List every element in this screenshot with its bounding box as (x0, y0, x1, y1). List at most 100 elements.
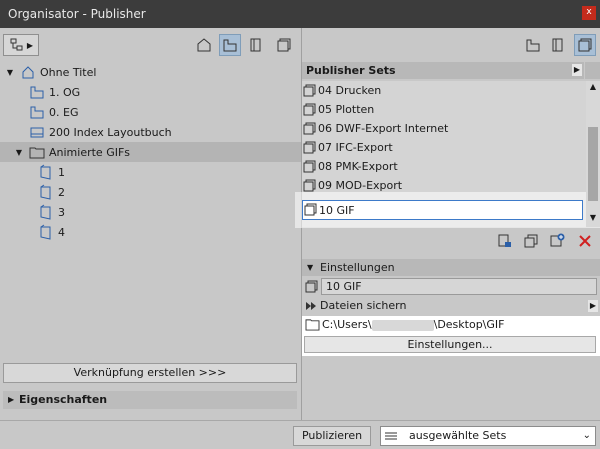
path-suffix: \Desktop\GIF (433, 318, 505, 331)
tree-item-camera[interactable]: 4 (0, 222, 301, 242)
layout-book-icon (250, 38, 261, 52)
set-name-row: 10 GIF (302, 278, 600, 296)
tree-item-label: 4 (58, 225, 65, 239)
publisher-set-icon (303, 179, 316, 191)
delete-set-button[interactable] (574, 230, 596, 252)
blurred-username (371, 319, 434, 331)
settings-button[interactable]: Einstellungen... (304, 336, 596, 353)
delete-icon (579, 235, 591, 247)
add-set-icon (550, 233, 565, 247)
tree-item-label: 0. EG (49, 105, 79, 119)
create-link-button[interactable]: Verknüpfung erstellen >>> (3, 363, 297, 383)
scroll-down-icon[interactable]: ▼ (586, 213, 600, 222)
save-files-row[interactable]: Dateien sichern ▶ (302, 298, 600, 314)
output-path-row[interactable]: C:\Users\ \Desktop\GIF (304, 316, 598, 334)
navigator-toolbar: ▶ (0, 28, 301, 62)
save-files-label: Dateien sichern (320, 299, 407, 312)
list-item[interactable]: 04 Drucken (302, 81, 587, 100)
tree-item-camera[interactable]: 1 (0, 162, 301, 182)
publisher-set-icon (303, 141, 316, 153)
tree-item-label: Animierte GIFs (49, 145, 131, 159)
scrollbar-thumb[interactable] (588, 127, 598, 201)
publisher-set-icon (303, 84, 316, 96)
set-name-edit-field[interactable]: 10 GIF (302, 200, 583, 220)
layout-book-icon (30, 127, 44, 138)
list-item[interactable]: 08 PMK-Export (302, 157, 587, 176)
add-set-button[interactable] (546, 230, 568, 252)
publish-mode-select[interactable]: ausgewählte Sets ⌄ (380, 426, 596, 446)
publisher-set-icon (303, 122, 316, 134)
list-item[interactable]: 07 IFC-Export (302, 138, 587, 157)
camera-icon (40, 184, 51, 200)
navigator-menu-button[interactable]: ▶ (3, 34, 39, 56)
publisher-pane: Publisher Sets ▶ 04 Drucken 05 Plotten 0… (295, 28, 600, 420)
chevron-right-icon[interactable]: ▶ (572, 64, 582, 76)
set-label: 05 Plotten (318, 103, 375, 116)
tree-structure-icon (10, 38, 23, 51)
camera-icon (40, 224, 51, 240)
story-icon (30, 86, 44, 99)
tree-item-camera[interactable]: 2 (0, 182, 301, 202)
folder-icon (305, 319, 320, 331)
set-label: 06 DWF-Export Internet (318, 122, 449, 135)
publisher-sets-button[interactable] (273, 34, 295, 56)
view-map-icon (223, 39, 237, 52)
publisher-sets-button[interactable] (574, 34, 596, 56)
tree-item-project[interactable]: ▼ Ohne Titel (0, 62, 301, 82)
layout-book-button[interactable] (245, 34, 267, 56)
set-label: 04 Drucken (318, 84, 382, 97)
set-label: 09 MOD-Export (318, 179, 403, 192)
expand-arrow-icon[interactable]: ▼ (14, 148, 24, 157)
output-path: C:\Users\ \Desktop\GIF (322, 318, 504, 331)
output-settings-area: C:\Users\ \Desktop\GIF Einstellungen... (302, 316, 600, 356)
tree-item-label: 200 Index Layoutbuch (49, 125, 172, 139)
publisher-sets-header[interactable]: Publisher Sets ▶ (302, 62, 584, 79)
view-map-button[interactable] (219, 34, 241, 56)
tree-item-camera[interactable]: 3 (0, 202, 301, 222)
tree-item-layout-book[interactable]: 200 Index Layoutbuch (0, 122, 301, 142)
publish-button[interactable]: Publizieren (293, 426, 371, 446)
expand-arrow-icon[interactable]: ▼ (5, 68, 15, 77)
set-label: 08 PMK-Export (318, 160, 398, 173)
project-tree-icon (22, 66, 34, 79)
project-map-button[interactable] (193, 34, 215, 56)
new-publisher-set-button[interactable] (494, 230, 516, 252)
list-item[interactable]: 05 Plotten (302, 100, 587, 119)
path-prefix: C:\Users\ (322, 318, 372, 331)
window-title: Organisator - Publisher (8, 7, 146, 21)
fast-forward-icon (306, 302, 316, 310)
set-name-field[interactable]: 10 GIF (321, 278, 597, 295)
bottom-bar: Publizieren ausgewählte Sets ⌄ (0, 420, 600, 449)
layout-book-icon (552, 38, 563, 52)
camera-icon (40, 204, 51, 220)
publisher-set-icon (303, 160, 316, 172)
publisher-sets-label: Publisher Sets (306, 64, 396, 77)
tree-item-label: 1. OG (49, 85, 81, 99)
publisher-icon (277, 38, 291, 52)
view-map-button[interactable] (522, 34, 544, 56)
tree-item-story[interactable]: 0. EG (0, 102, 301, 122)
chevron-right-icon: ▶ (26, 40, 34, 50)
tree-item-folder[interactable]: ▼ Animierte GIFs (0, 142, 301, 162)
close-button[interactable]: x (582, 6, 596, 20)
publisher-icon (578, 38, 592, 52)
folder-icon (29, 147, 45, 159)
properties-label: Eigenschaften (19, 393, 108, 406)
chevron-down-icon: ⌄ (582, 430, 591, 441)
publisher-set-icon (305, 280, 318, 293)
duplicate-set-button[interactable] (520, 230, 542, 252)
sets-scrollbar[interactable]: ▲ ▼ (586, 81, 600, 227)
publisher-set-icon (304, 203, 317, 216)
tree-item-label: Ohne Titel (40, 65, 97, 79)
list-item[interactable]: 06 DWF-Export Internet (302, 119, 587, 138)
navigator-pane: ▶ ▼ Ohne Titel 1. OG 0. EG 200 Index Lay… (0, 28, 301, 420)
set-label: 07 IFC-Export (318, 141, 393, 154)
new-set-icon (498, 234, 511, 247)
layout-book-button[interactable] (547, 34, 569, 56)
properties-panel-header[interactable]: ▶ Eigenschaften (3, 391, 297, 409)
chevron-right-icon[interactable]: ▶ (588, 300, 598, 312)
settings-section-header[interactable]: ▼ Einstellungen (302, 259, 600, 276)
tree-item-story[interactable]: 1. OG (0, 82, 301, 102)
scroll-up-icon[interactable]: ▲ (586, 82, 600, 91)
list-icon (385, 432, 397, 440)
